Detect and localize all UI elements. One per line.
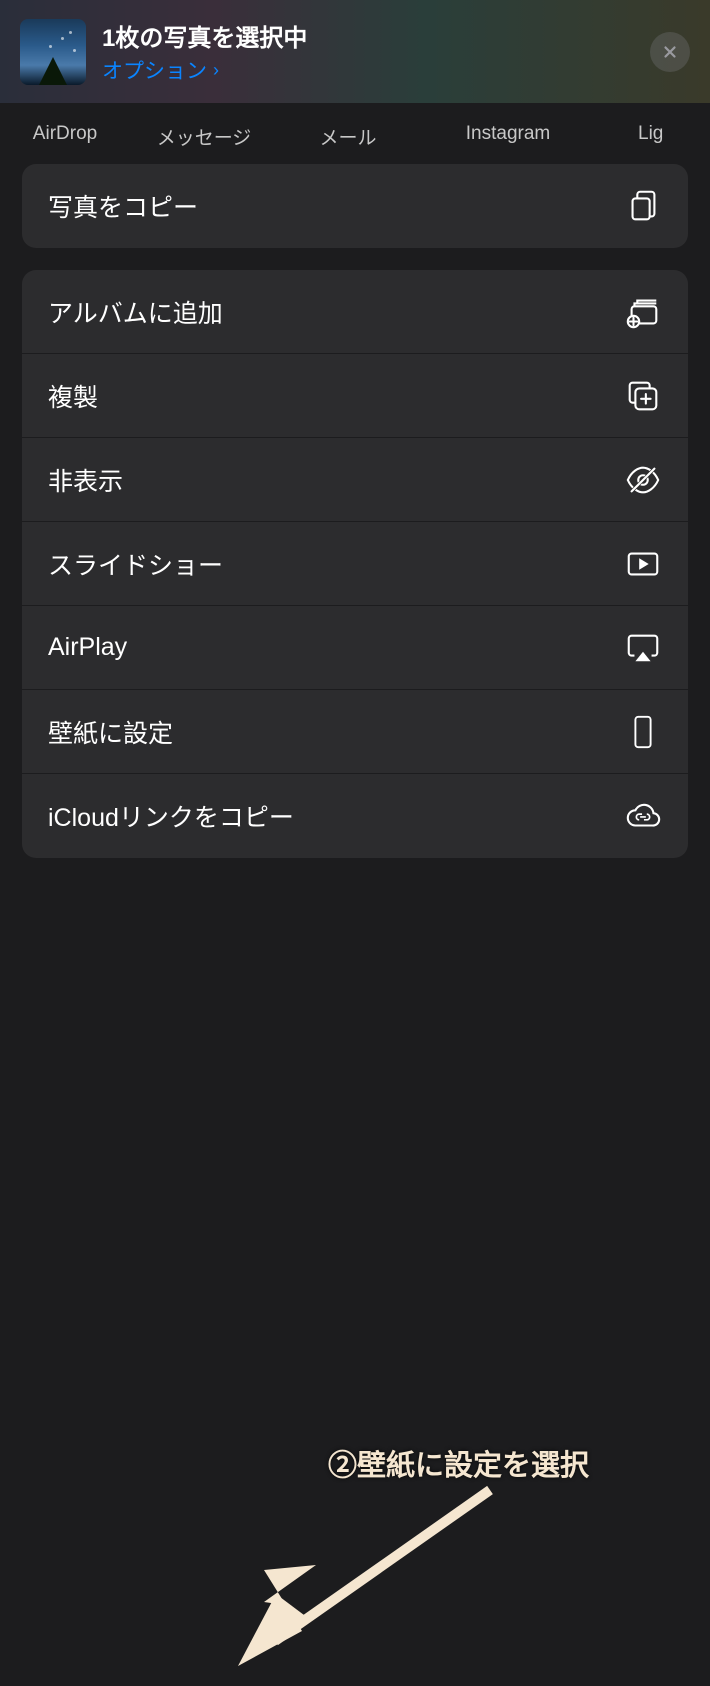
app-airdrop[interactable]: AirDrop (0, 123, 130, 150)
action-hide[interactable]: 非表示 (22, 438, 688, 522)
play-rect-icon (624, 545, 662, 583)
options-link[interactable]: オプション › (102, 55, 640, 85)
action-set-wallpaper[interactable]: 壁紙に設定 (22, 690, 688, 774)
action-label: アルバムに追加 (48, 294, 223, 330)
close-icon (661, 43, 679, 61)
options-label: オプション (102, 55, 207, 85)
app-messages[interactable]: メッセージ (130, 123, 278, 150)
share-apps-row[interactable]: AirDrop メッセージ メール Instagram Lig (0, 103, 710, 164)
action-copy-photo[interactable]: 写真をコピー (22, 164, 688, 248)
annotation-arrow (220, 1476, 510, 1686)
action-icloud-link[interactable]: iCloudリンクをコピー (22, 774, 688, 858)
phone-icon (624, 713, 662, 751)
header-text: 1枚の写真を選択中 オプション › (102, 18, 640, 85)
app-instagram[interactable]: Instagram (418, 123, 598, 150)
action-label: 非表示 (48, 462, 123, 498)
action-slideshow[interactable]: スライドショー (22, 522, 688, 606)
action-group-1: 写真をコピー (22, 164, 688, 248)
action-add-to-album[interactable]: アルバムに追加 (22, 270, 688, 354)
action-label: 写真をコピー (48, 188, 198, 224)
action-group-2: アルバムに追加 複製 非表示 (22, 270, 688, 858)
duplicate-icon (624, 377, 662, 415)
app-mail[interactable]: メール (278, 123, 418, 150)
close-button[interactable] (650, 32, 690, 72)
album-add-icon (624, 293, 662, 331)
photo-thumbnail (20, 19, 86, 85)
copy-icon (624, 187, 662, 225)
action-label: 壁紙に設定 (48, 714, 173, 750)
action-airplay[interactable]: AirPlay (22, 606, 688, 690)
action-label: 複製 (48, 378, 98, 414)
annotation-text: ②壁紙に設定を選択 (328, 1442, 589, 1484)
actions-container: 写真をコピー アルバムに追加 複製 (0, 164, 710, 858)
share-sheet-header: 1枚の写真を選択中 オプション › (0, 0, 710, 103)
eye-slash-icon (624, 461, 662, 499)
action-label: iCloudリンクをコピー (48, 798, 294, 834)
action-duplicate[interactable]: 複製 (22, 354, 688, 438)
action-label: AirPlay (48, 633, 127, 662)
airplay-icon (624, 629, 662, 667)
action-label: スライドショー (48, 546, 223, 582)
page-title: 1枚の写真を選択中 (102, 18, 640, 53)
cloud-link-icon (624, 797, 662, 835)
app-lightroom[interactable]: Lig (598, 123, 710, 150)
chevron-right-icon: › (213, 60, 219, 81)
